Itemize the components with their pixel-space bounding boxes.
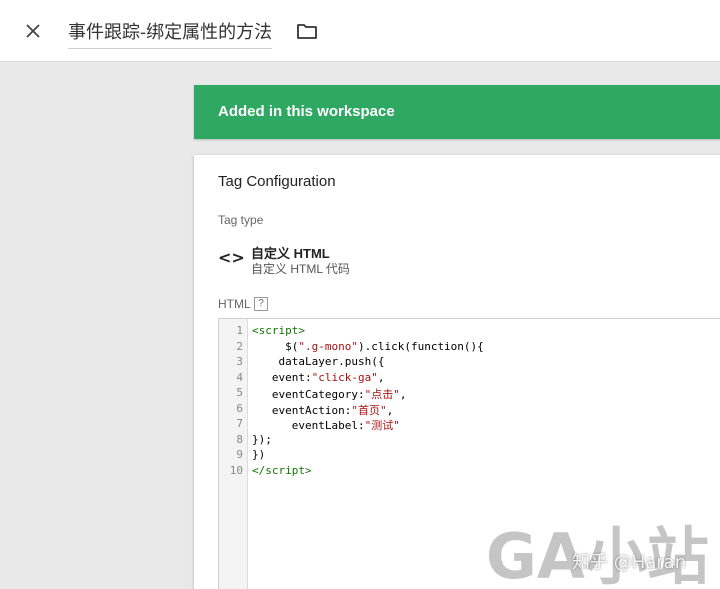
folder-button[interactable] (296, 21, 320, 43)
line-number: 3 (236, 355, 243, 368)
card-title: Tag Configuration (218, 173, 336, 190)
line-number-gutter: 1 2 3 4 5 6 7 8 9 10 (219, 319, 248, 589)
code-line: $(".g-mono").click(function(){ (252, 339, 484, 353)
close-button[interactable] (20, 18, 46, 44)
watermark-credit: 知乎 @Haran (572, 552, 687, 573)
code-line: }) (252, 448, 266, 461)
code-line: }); (252, 432, 272, 446)
tag-type-label: Tag type (218, 213, 264, 227)
code-line: </script> (252, 463, 312, 477)
code-line: eventCategory:"点击", (252, 388, 407, 401)
folder-icon (297, 24, 317, 39)
workspace-banner: Added in this workspace (194, 85, 720, 139)
help-icon[interactable]: ? (254, 297, 268, 311)
code-line: <script> (252, 324, 305, 337)
line-number: 10 (229, 463, 243, 477)
tag-title-input[interactable]: 事件跟踪-绑定属性的方法 (68, 18, 273, 49)
html-field-label: HTML (218, 297, 251, 311)
code-line: dataLayer.push({ (252, 355, 385, 368)
line-number: 2 (236, 339, 243, 353)
line-number: 8 (236, 432, 243, 446)
close-icon (26, 24, 40, 38)
banner-text: Added in this workspace (218, 103, 395, 120)
tag-type-description: 自定义 HTML 代码 (251, 262, 350, 276)
top-bar: 事件跟踪-绑定属性的方法 (0, 0, 720, 62)
code-area[interactable]: <script> $(".g-mono").click(function(){ … (252, 324, 720, 479)
code-icon: <> (218, 248, 245, 267)
code-line: eventAction:"首页", (252, 403, 394, 417)
line-number: 1 (236, 324, 243, 337)
line-number: 4 (236, 370, 243, 384)
code-line: eventLabel:"测试" (252, 419, 400, 432)
line-number: 5 (236, 386, 243, 399)
code-line: event:"click-ga", (252, 370, 385, 384)
line-number: 6 (236, 401, 243, 415)
line-number: 7 (236, 417, 243, 430)
tag-type-selector[interactable]: <> 自定义 HTML 自定义 HTML 代码 (214, 240, 474, 276)
line-number: 9 (236, 448, 243, 461)
